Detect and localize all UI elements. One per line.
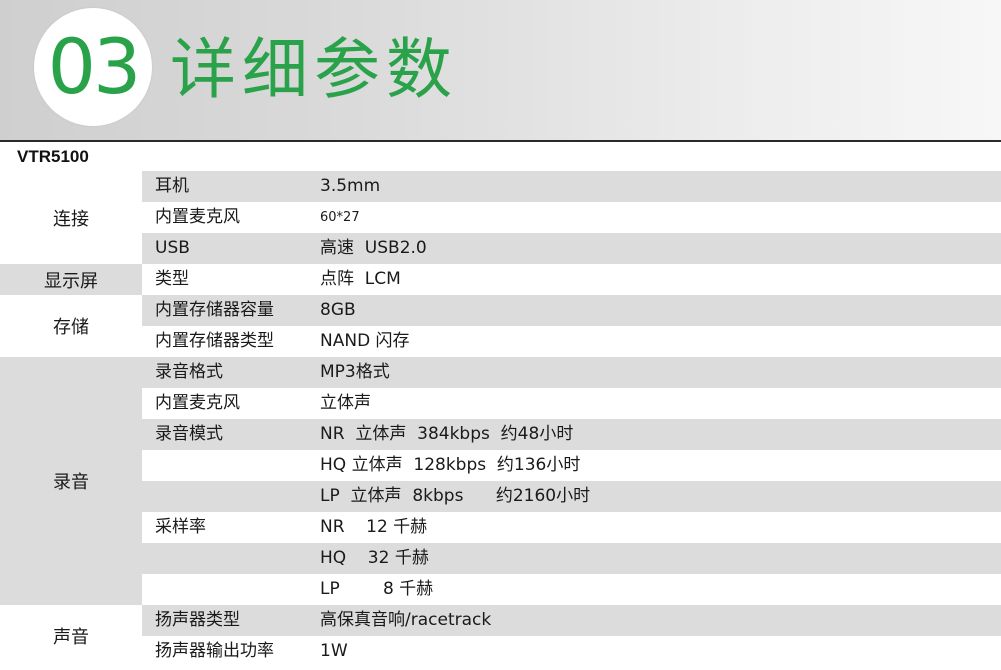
spec-row: LP 立体声 8kbps 约2160小时 [142, 481, 1001, 512]
category-label: 显示屏 [0, 264, 142, 295]
spec-key: 耳机 [155, 176, 189, 196]
header-banner: 03 详细参数 [0, 0, 1001, 140]
spec-value: 3.5mm [320, 176, 381, 196]
category-label: 录音 [0, 357, 142, 605]
spec-key: 内置存储器容量 [155, 300, 274, 320]
spec-value: 点阵 LCM [320, 269, 401, 289]
spec-row: 类型 点阵 LCM [142, 264, 1001, 295]
model-row: VTR5100 [0, 140, 1001, 171]
spec-key: 录音模式 [155, 424, 223, 444]
spec-key: 内置存储器类型 [155, 331, 274, 351]
spec-key: 录音格式 [155, 362, 223, 382]
spec-key: USB [155, 238, 190, 258]
spec-row: 录音模式 NR 立体声 384kbps 约48小时 [142, 419, 1001, 450]
spec-row: 录音格式 MP3格式 [142, 357, 1001, 388]
spec-value: NR 立体声 384kbps 约48小时 [320, 424, 574, 444]
spec-row: 内置存储器容量 8GB [142, 295, 1001, 326]
spec-key: 扬声器类型 [155, 610, 240, 630]
spec-row: HQ 立体声 128kbps 约136小时 [142, 450, 1001, 481]
spec-row: 采样率 NR 12 千赫 [142, 512, 1001, 543]
spec-row: USB 高速 USB2.0 [142, 233, 1001, 264]
spec-value: 60*27 [320, 210, 360, 225]
model-name: VTR5100 [17, 147, 89, 166]
spec-group-sound: 声音 扬声器类型 高保真音响/racetrack 扬声器输出功率 1W [0, 605, 1001, 667]
spec-key: 类型 [155, 269, 189, 289]
spec-value: MP3格式 [320, 362, 390, 382]
spec-key: 采样率 [155, 517, 206, 537]
spec-row: 内置麦克风 立体声 [142, 388, 1001, 419]
spec-row: 内置麦克风 60*27 [142, 202, 1001, 233]
spec-value: HQ 32 千赫 [320, 548, 429, 568]
spec-group-recording: 录音 录音格式 MP3格式 内置麦克风 立体声 录音模式 NR 立体声 384k… [0, 357, 1001, 605]
spec-key: 扬声器输出功率 [155, 641, 274, 661]
spec-group-connection: 连接 耳机 3.5mm 内置麦克风 60*27 USB 高速 USB2.0 [0, 171, 1001, 264]
spec-key: 内置麦克风 [155, 393, 240, 413]
spec-value: NR 12 千赫 [320, 517, 428, 537]
page-title: 详细参数 [170, 31, 458, 108]
spec-row: 扬声器类型 高保真音响/racetrack [142, 605, 1001, 636]
spec-value: LP 立体声 8kbps 约2160小时 [320, 486, 591, 506]
category-label: 存储 [0, 295, 142, 357]
spec-value: LP 8 千赫 [320, 579, 434, 599]
spec-value: 立体声 [320, 393, 371, 413]
section-number: 03 [47, 22, 142, 111]
spec-value: 高速 USB2.0 [320, 238, 427, 258]
spec-row: LP 8 千赫 [142, 574, 1001, 605]
spec-group-storage: 存储 内置存储器容量 8GB 内置存储器类型 NAND 闪存 [0, 295, 1001, 357]
spec-group-display: 显示屏 类型 点阵 LCM [0, 264, 1001, 295]
spec-row: 扬声器输出功率 1W [142, 636, 1001, 667]
spec-value: 1W [320, 641, 348, 661]
category-label: 声音 [0, 605, 142, 667]
spec-key: 内置麦克风 [155, 207, 240, 227]
spec-row: 耳机 3.5mm [142, 171, 1001, 202]
spec-row: 内置存储器类型 NAND 闪存 [142, 326, 1001, 357]
spec-row: HQ 32 千赫 [142, 543, 1001, 574]
category-label: 连接 [0, 171, 142, 264]
spec-value: 8GB [320, 300, 356, 320]
spec-value: HQ 立体声 128kbps 约136小时 [320, 455, 581, 475]
spec-value: NAND 闪存 [320, 331, 410, 351]
spec-value: 高保真音响/racetrack [320, 610, 492, 630]
